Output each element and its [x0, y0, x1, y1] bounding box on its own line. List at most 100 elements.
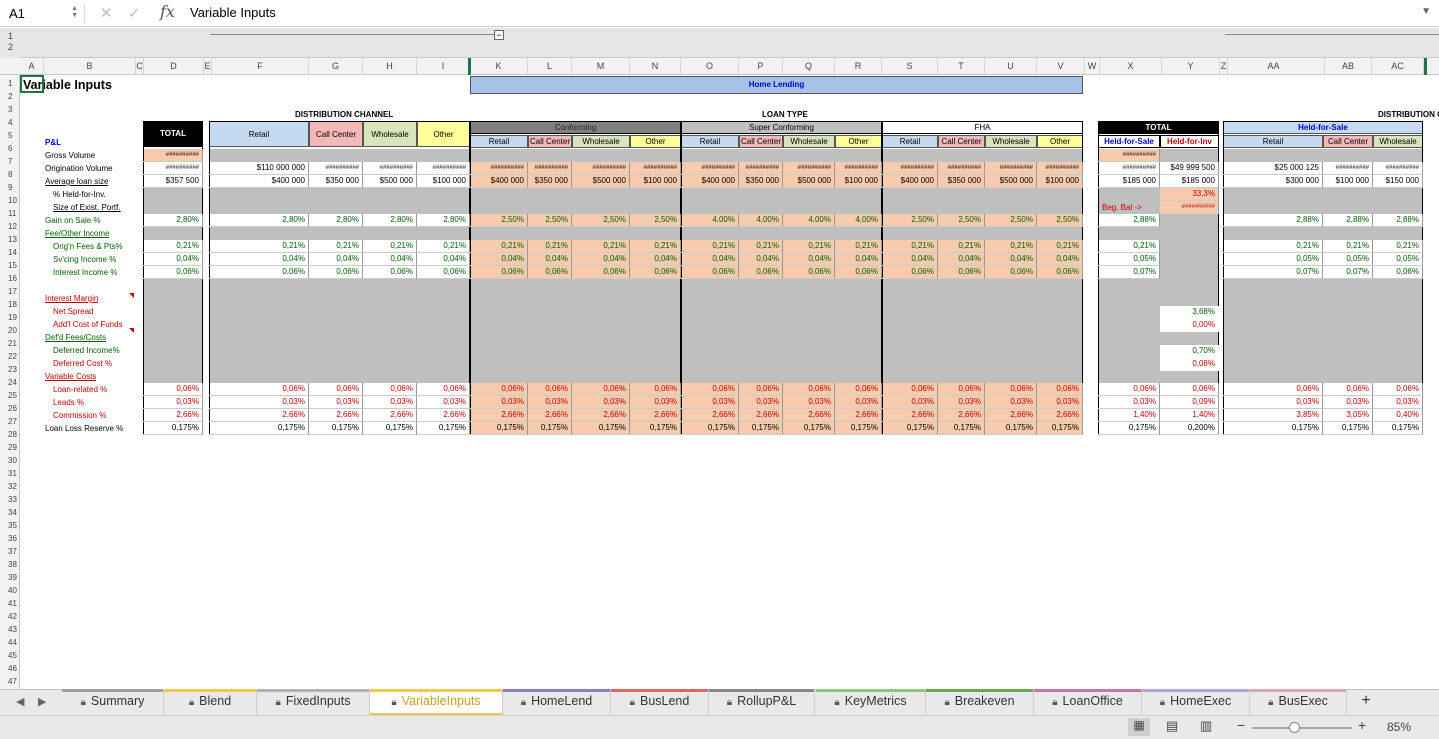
- value-cell[interactable]: ##########: [417, 162, 470, 175]
- column-header[interactable]: AA: [1223, 58, 1325, 75]
- value-cell[interactable]: 0,04%: [1037, 253, 1083, 266]
- value-cell[interactable]: 0,04%: [985, 253, 1037, 266]
- value-cell[interactable]: 0,06%: [470, 383, 528, 396]
- value-cell[interactable]: $185 000: [1098, 175, 1160, 188]
- value-cell[interactable]: 2,88%: [1098, 214, 1160, 227]
- value-cell[interactable]: 0,21%: [882, 240, 938, 253]
- value-cell[interactable]: ##########: [835, 162, 882, 175]
- value-cell[interactable]: 0,06%: [572, 383, 630, 396]
- value-cell[interactable]: 0,06%: [572, 266, 630, 279]
- row-header[interactable]: 32: [0, 482, 20, 491]
- value-cell[interactable]: 0,175%: [1037, 422, 1083, 435]
- value-cell[interactable]: $350 000: [309, 175, 363, 188]
- value-cell[interactable]: $400 000: [209, 175, 309, 188]
- value-cell[interactable]: 0,21%: [143, 240, 203, 253]
- value-cell[interactable]: 0,175%: [783, 422, 835, 435]
- column-header[interactable]: M: [572, 58, 630, 75]
- value-cell[interactable]: $350 000: [528, 175, 572, 188]
- value-cell[interactable]: 0,06%: [882, 383, 938, 396]
- row-header[interactable]: 24: [0, 378, 20, 387]
- row-header[interactable]: 44: [0, 638, 20, 647]
- value-cell[interactable]: 0,06%: [985, 383, 1037, 396]
- value-cell[interactable]: ##########: [528, 162, 572, 175]
- value-cell[interactable]: ##########: [1098, 162, 1160, 175]
- value-cell[interactable]: 0,06%: [1160, 383, 1219, 396]
- value-cell[interactable]: 0,175%: [1223, 422, 1323, 435]
- value-cell[interactable]: 2,66%: [363, 409, 417, 422]
- page-layout-icon[interactable]: ▤: [1166, 718, 1178, 734]
- column-header[interactable]: N: [630, 58, 681, 75]
- value-cell[interactable]: 1,40%: [1098, 409, 1160, 422]
- value-cell[interactable]: 0,03%: [1223, 396, 1323, 409]
- value-cell[interactable]: 0,03%: [783, 396, 835, 409]
- value-cell[interactable]: 0,07%: [1098, 266, 1160, 279]
- value-cell[interactable]: $500 000: [783, 175, 835, 188]
- value-cell[interactable]: 0,21%: [1323, 240, 1373, 253]
- value-cell[interactable]: 0,03%: [1037, 396, 1083, 409]
- column-header[interactable]: C: [136, 58, 144, 75]
- value-cell[interactable]: 0,175%: [417, 422, 470, 435]
- zoom-slider[interactable]: [1252, 727, 1352, 729]
- value-cell[interactable]: 2,66%: [938, 409, 985, 422]
- value-cell[interactable]: 0,03%: [882, 396, 938, 409]
- normal-view-icon[interactable]: ▦: [1128, 718, 1150, 736]
- value-cell[interactable]: 4,00%: [783, 214, 835, 227]
- column-header[interactable]: AB: [1325, 58, 1372, 75]
- row-header[interactable]: 3: [0, 105, 20, 114]
- value-cell[interactable]: 0,175%: [882, 422, 938, 435]
- value-cell[interactable]: 4,00%: [739, 214, 783, 227]
- value-cell[interactable]: ##########: [470, 162, 528, 175]
- column-header[interactable]: Y: [1162, 58, 1220, 75]
- column-header[interactable]: S: [882, 58, 938, 75]
- row-header[interactable]: 13: [0, 235, 20, 244]
- row-header[interactable]: 4: [0, 118, 20, 127]
- value-cell[interactable]: 0,06%: [1098, 383, 1160, 396]
- zoom-slider-handle[interactable]: [1289, 722, 1300, 733]
- value-cell[interactable]: 0,21%: [835, 240, 882, 253]
- sheet-tab[interactable]: 🔒︎ BusExec: [1250, 689, 1347, 715]
- sheet-tab[interactable]: 🔒︎ LoanOffice: [1034, 689, 1142, 715]
- value-cell[interactable]: 0,06%: [417, 266, 470, 279]
- sheet-tab[interactable]: 🔒︎ RollupP&L: [709, 689, 815, 715]
- row-header[interactable]: 31: [0, 469, 20, 478]
- row-header[interactable]: 7: [0, 157, 20, 166]
- value-cell[interactable]: 0,04%: [470, 253, 528, 266]
- value-cell[interactable]: 2,66%: [309, 409, 363, 422]
- value-cell[interactable]: 0,04%: [363, 253, 417, 266]
- column-header[interactable]: A: [20, 58, 44, 75]
- row-header[interactable]: 38: [0, 560, 20, 569]
- row-header[interactable]: 14: [0, 248, 20, 257]
- sheet-tab[interactable]: 🔒︎ Summary: [62, 689, 164, 715]
- value-cell[interactable]: 0,06%: [143, 266, 203, 279]
- row-header[interactable]: 41: [0, 599, 20, 608]
- value-cell[interactable]: 2,80%: [309, 214, 363, 227]
- value-cell[interactable]: 0,04%: [882, 253, 938, 266]
- value-cell[interactable]: 3,05%: [1323, 409, 1373, 422]
- column-header[interactable]: E: [204, 58, 212, 75]
- value-cell[interactable]: $110 000 000: [209, 162, 309, 175]
- row-header[interactable]: 20: [0, 326, 20, 335]
- row-header[interactable]: 46: [0, 664, 20, 673]
- confirm-icon[interactable]: ✓: [128, 4, 141, 22]
- row-header[interactable]: 29: [0, 443, 20, 452]
- value-cell[interactable]: 0,175%: [143, 422, 203, 435]
- value-cell[interactable]: 0,06%: [417, 383, 470, 396]
- value-cell[interactable]: 2,50%: [882, 214, 938, 227]
- value-cell[interactable]: 0,06%: [363, 383, 417, 396]
- value-cell[interactable]: 0,03%: [1373, 396, 1423, 409]
- value-cell[interactable]: 2,66%: [985, 409, 1037, 422]
- column-header[interactable]: H: [363, 58, 417, 75]
- value-cell[interactable]: 0,03%: [528, 396, 572, 409]
- row-header[interactable]: 23: [0, 365, 20, 374]
- value-cell[interactable]: 0,21%: [309, 240, 363, 253]
- value-cell[interactable]: 2,50%: [528, 214, 572, 227]
- value-cell[interactable]: 0,04%: [681, 253, 739, 266]
- value-cell[interactable]: $400 000: [470, 175, 528, 188]
- value-cell[interactable]: 0,06%: [528, 266, 572, 279]
- value-cell[interactable]: 2,66%: [143, 409, 203, 422]
- column-header[interactable]: P: [739, 58, 783, 75]
- comment-indicator[interactable]: [129, 293, 134, 298]
- value-cell[interactable]: 0,05%: [1098, 253, 1160, 266]
- collapse-group-button[interactable]: −: [494, 30, 504, 40]
- row-header[interactable]: 15: [0, 261, 20, 270]
